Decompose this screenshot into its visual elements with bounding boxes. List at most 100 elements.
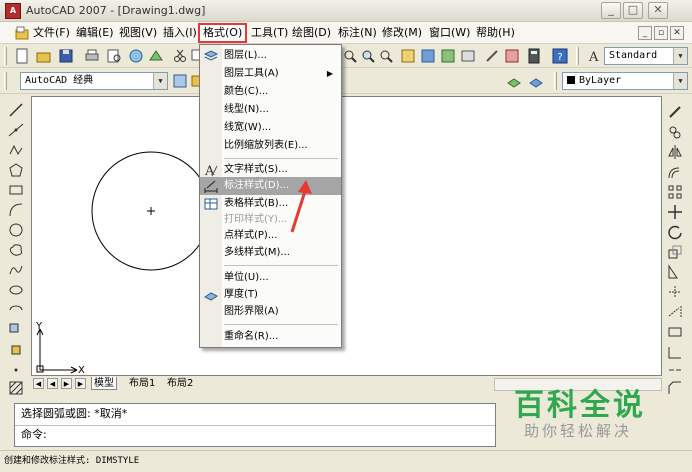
drawing-canvas[interactable]: Y X (31, 96, 662, 376)
save-icon[interactable] (58, 48, 74, 64)
menu-dimension[interactable]: 标注(N) (335, 25, 380, 41)
toolbar-grip[interactable] (4, 72, 7, 90)
next-tab-button[interactable]: ▶ (61, 378, 72, 389)
new-file-icon[interactable] (14, 48, 30, 64)
sheet-set-icon[interactable] (460, 48, 476, 64)
open-file-icon[interactable] (36, 48, 52, 64)
first-tab-button[interactable]: ◀ (33, 378, 44, 389)
erase-icon[interactable] (667, 104, 683, 120)
polyline-icon[interactable] (8, 142, 24, 158)
extend-icon[interactable] (667, 304, 683, 320)
calculator-icon[interactable] (526, 48, 542, 64)
color-control-combo[interactable]: ByLayer ▼ (562, 72, 688, 90)
hatch-icon[interactable] (8, 380, 24, 396)
toolbar-grip[interactable] (554, 72, 557, 90)
menu-item-rename[interactable]: 重命名(R)... (200, 328, 341, 346)
rectangle-icon[interactable] (8, 182, 24, 198)
menu-item-drawing-limits[interactable]: 图形界限(A) (200, 303, 341, 321)
workspace-combo[interactable]: AutoCAD 经典 ▼ (20, 72, 168, 90)
zoom-previous-icon[interactable] (378, 48, 394, 64)
minimize-button[interactable]: _ (601, 2, 621, 19)
chevron-down-icon[interactable]: ▼ (153, 73, 167, 89)
menu-item-multiline-style[interactable]: 多线样式(M)... (200, 244, 341, 262)
menu-item-scale-list[interactable]: 比例缩放列表(E)... (200, 137, 341, 155)
mdi-close-button[interactable]: ✕ (670, 26, 684, 40)
scale-icon[interactable] (667, 244, 683, 260)
mdi-restore-button[interactable]: ▫ (654, 26, 668, 40)
tool-palettes-icon[interactable] (440, 48, 456, 64)
etransmit-icon[interactable] (148, 48, 164, 64)
command-window[interactable]: 选择圆弧或圆: *取消* 命令: (14, 403, 496, 447)
workspace-settings-icon[interactable] (172, 73, 188, 89)
rotate-icon[interactable] (667, 224, 683, 240)
last-tab-button[interactable]: ▶ (75, 378, 86, 389)
menu-item-thickness[interactable]: 厚度(T) (200, 286, 341, 304)
spline-icon[interactable] (8, 262, 24, 278)
revision-cloud-icon[interactable] (8, 242, 24, 258)
text-style-icon[interactable]: A (586, 48, 602, 64)
trim-icon[interactable] (667, 284, 683, 300)
toolbar-grip[interactable] (576, 47, 579, 65)
menu-modify[interactable]: 修改(M) (379, 25, 425, 41)
move-icon[interactable] (667, 204, 683, 220)
markup-set-icon[interactable] (504, 48, 520, 64)
autocad-app-icon[interactable]: A (5, 3, 21, 19)
circle-icon[interactable] (8, 222, 24, 238)
menu-item-color[interactable]: 颜色(C)... (200, 83, 341, 101)
command-prompt[interactable]: 命令: (21, 426, 47, 444)
print-icon[interactable] (84, 48, 100, 64)
menu-edit[interactable]: 编辑(E) (73, 25, 117, 41)
array-icon[interactable] (667, 184, 683, 200)
construction-line-icon[interactable] (8, 122, 24, 138)
copy-object-icon[interactable] (667, 124, 683, 140)
properties-icon[interactable] (400, 48, 416, 64)
tab-model[interactable]: 模型 (91, 377, 117, 390)
arc-icon[interactable] (8, 202, 24, 218)
menu-view[interactable]: 视图(V) (116, 25, 160, 41)
menu-help[interactable]: 帮助(H) (473, 25, 518, 41)
offset-icon[interactable] (667, 164, 683, 180)
insert-block-icon[interactable] (8, 322, 24, 338)
mdi-minimize-button[interactable]: _ (638, 26, 652, 40)
menu-insert[interactable]: 插入(I) (160, 25, 200, 41)
make-block-icon[interactable] (8, 342, 24, 358)
polygon-icon[interactable] (8, 162, 24, 178)
menu-item-layer-tools[interactable]: 图层工具(A) ▶ (200, 65, 341, 83)
maximize-button[interactable]: □ (623, 2, 643, 19)
toolbar-grip[interactable] (4, 47, 7, 65)
break-at-point-icon[interactable] (667, 324, 683, 340)
text-style-combo[interactable]: Standard ▼ (604, 47, 688, 65)
plot-preview-icon[interactable] (106, 48, 122, 64)
ellipse-icon[interactable] (8, 282, 24, 298)
zoom-window-icon[interactable] (360, 48, 376, 64)
layer-current-icon[interactable] (528, 73, 544, 89)
markup-icon[interactable] (484, 48, 500, 64)
menu-item-units[interactable]: 单位(U)... (200, 269, 341, 287)
menu-tools[interactable]: 工具(T) (248, 25, 291, 41)
menu-draw[interactable]: 绘图(D) (289, 25, 334, 41)
mirror-icon[interactable] (667, 144, 683, 160)
design-center-icon[interactable] (420, 48, 436, 64)
menu-window[interactable]: 窗口(W) (426, 25, 473, 41)
point-icon[interactable] (8, 362, 24, 378)
close-button[interactable]: ✕ (648, 2, 668, 19)
chevron-down-icon[interactable]: ▼ (673, 73, 687, 89)
menu-item-lineweight[interactable]: 线宽(W)... (200, 119, 341, 137)
join-icon[interactable] (667, 362, 683, 378)
menu-file[interactable]: 文件(F) (30, 25, 73, 41)
tab-layout2[interactable]: 布局2 (165, 377, 195, 390)
menu-item-linetype[interactable]: 线型(N)... (200, 101, 341, 119)
ellipse-arc-icon[interactable] (8, 302, 24, 318)
menu-item-layer[interactable]: 图层(L)... (200, 47, 341, 65)
stretch-icon[interactable] (667, 264, 683, 280)
zoom-realtime-icon[interactable] (342, 48, 358, 64)
chevron-down-icon[interactable]: ▼ (673, 48, 687, 64)
cut-icon[interactable] (172, 48, 188, 64)
tab-layout1[interactable]: 布局1 (127, 377, 157, 390)
prev-tab-button[interactable]: ◀ (47, 378, 58, 389)
line-icon[interactable] (8, 102, 24, 118)
menu-format[interactable]: 格式(O) (198, 23, 248, 43)
help-icon[interactable]: ? (552, 48, 568, 64)
publish-icon[interactable] (128, 48, 144, 64)
break-icon[interactable] (667, 344, 683, 360)
